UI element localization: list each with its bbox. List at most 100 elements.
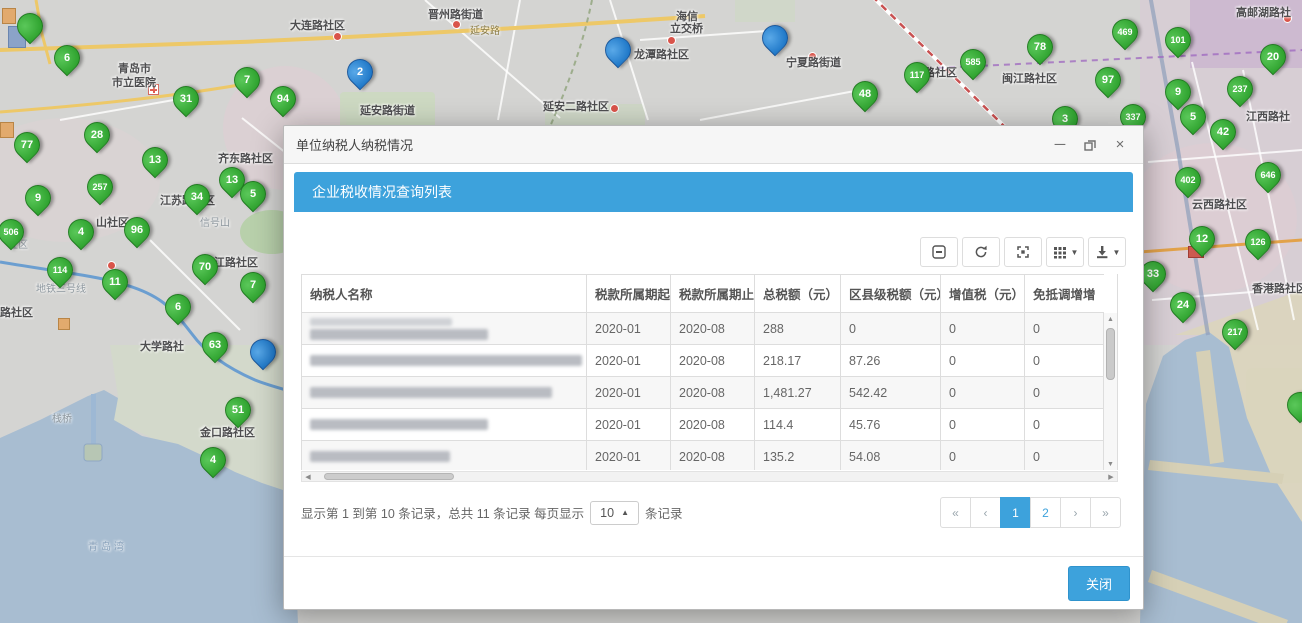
page-nav-button[interactable]: › (1060, 497, 1091, 528)
cell-period-start: 2020-01 (587, 345, 671, 377)
scroll-up-arrow[interactable]: ▲ (1104, 313, 1117, 325)
map-marker-count: 469 (1113, 20, 1137, 44)
map-marker[interactable] (1282, 387, 1302, 424)
column-header[interactable]: 税款所属期起 (587, 275, 671, 313)
map-marker-count (1288, 393, 1302, 417)
map-marker[interactable]: 13 (137, 142, 174, 179)
map-marker-count (606, 38, 630, 62)
map-marker[interactable]: 6 (160, 289, 197, 326)
map-label: 龙潭路社区 (634, 46, 689, 62)
map-marker[interactable]: 97 (1090, 62, 1127, 99)
minimize-button[interactable]: ─ (1049, 134, 1071, 156)
cell-taxpayer-name (302, 441, 587, 471)
column-header[interactable]: 总税额（元） (755, 275, 841, 313)
map-marker[interactable]: 34 (179, 179, 216, 216)
map-marker[interactable]: 51 (220, 392, 257, 429)
vertical-scrollbar-thumb[interactable] (1106, 328, 1115, 380)
map-marker-count: 117 (905, 63, 929, 87)
map-label: 云西路社区 (1192, 196, 1247, 212)
map-marker[interactable]: 237 (1222, 71, 1259, 108)
page-nav-button[interactable]: ‹ (970, 497, 1001, 528)
close-window-button[interactable]: × (1109, 134, 1131, 156)
maximize-button[interactable] (1079, 134, 1101, 156)
modal-body: 企业税收情况查询列表 (284, 164, 1143, 556)
map-marker[interactable]: 117 (899, 57, 936, 94)
columns-button[interactable]: ▼ (1046, 237, 1084, 267)
map-marker[interactable]: 5 (235, 176, 272, 213)
horizontal-scrollbar-thumb[interactable] (324, 473, 454, 480)
scroll-down-arrow[interactable]: ▼ (1104, 458, 1117, 470)
column-header[interactable]: 免抵调增增 (1025, 275, 1105, 313)
page-nav-button[interactable]: » (1090, 497, 1121, 528)
map-marker-count: 7 (241, 273, 265, 297)
table-row[interactable]: 2020-012020-081,481.27542.4200 (302, 377, 1105, 409)
page-button-2[interactable]: 2 (1030, 497, 1061, 528)
map-marker[interactable]: 469 (1107, 14, 1144, 51)
map-marker[interactable]: 126 (1240, 224, 1277, 261)
cell-vat: 0 (941, 409, 1025, 441)
map-marker[interactable]: 217 (1217, 314, 1254, 351)
table-row[interactable]: 2020-012020-08114.445.7600 (302, 409, 1105, 441)
columns-icon (1052, 244, 1068, 260)
scroll-left-arrow[interactable]: ◀ (302, 472, 314, 481)
page-size-select[interactable]: 10 ▲ (590, 501, 639, 525)
redacted-name (310, 387, 552, 398)
map-marker[interactable]: 7 (229, 62, 266, 99)
map-marker[interactable]: 42 (1205, 114, 1242, 151)
map-marker[interactable]: 78 (1022, 29, 1059, 66)
export-button[interactable]: ▼ (1088, 237, 1126, 267)
map-marker[interactable]: 24 (1165, 287, 1202, 324)
map-marker[interactable]: 101 (1160, 22, 1197, 59)
map-marker[interactable]: 63 (197, 327, 234, 364)
map-marker[interactable]: 77 (9, 127, 46, 164)
page-button-1[interactable]: 1 (1000, 497, 1031, 528)
map-marker[interactable]: 2 (342, 54, 379, 91)
column-header[interactable]: 区县级税额（元） (841, 275, 941, 313)
column-header[interactable]: 纳税人名称 (302, 275, 587, 313)
scroll-right-arrow[interactable]: ▶ (1105, 472, 1117, 481)
map-marker-count: 4 (201, 448, 225, 472)
map-marker[interactable]: 31 (168, 81, 205, 118)
modal-titlebar[interactable]: 单位纳税人纳税情况 ─ × (284, 126, 1143, 164)
map-marker[interactable]: 257 (82, 169, 119, 206)
cell-district-tax: 542.42 (841, 377, 941, 409)
horizontal-scrollbar[interactable]: ◀ ▶ (301, 471, 1118, 482)
map-label: 大连路社区 (290, 17, 345, 33)
map-marker[interactable]: 20 (1255, 39, 1292, 76)
poi-dot-icon (610, 104, 619, 113)
building-icon (2, 8, 16, 24)
map-marker-count: 34 (185, 185, 209, 209)
map-marker-count: 5 (1181, 105, 1205, 129)
map-marker[interactable]: 48 (847, 76, 884, 113)
map-marker[interactable]: 94 (265, 81, 302, 118)
map-marker[interactable]: 9 (20, 180, 57, 217)
map-marker[interactable] (600, 32, 637, 69)
map-marker[interactable]: 5 (1175, 99, 1212, 136)
vertical-scrollbar[interactable]: ▲ ▼ (1103, 313, 1117, 470)
map-marker[interactable]: 646 (1250, 157, 1287, 194)
map-marker[interactable]: 11 (97, 264, 134, 301)
page-nav-button[interactable]: « (940, 497, 971, 528)
map-marker[interactable]: 28 (79, 117, 116, 154)
close-button[interactable]: 关闭 (1068, 566, 1130, 601)
map-marker[interactable]: 4 (63, 214, 100, 251)
card-view-button[interactable] (920, 237, 958, 267)
column-header[interactable]: 税款所属期止 (671, 275, 755, 313)
cell-vat: 0 (941, 345, 1025, 377)
map-marker[interactable]: 6 (49, 40, 86, 77)
map-marker[interactable]: 4 (195, 442, 232, 479)
map-marker[interactable]: 402 (1170, 162, 1207, 199)
table-row[interactable]: 2020-012020-08218.1787.2600 (302, 345, 1105, 377)
refresh-button[interactable] (962, 237, 1000, 267)
column-header[interactable]: 增值税（元） (941, 275, 1025, 313)
table-row[interactable]: 2020-012020-08288000 (302, 313, 1105, 345)
table-row[interactable]: 2020-012020-08135.254.0800 (302, 441, 1105, 471)
fullscreen-button[interactable] (1004, 237, 1042, 267)
map-marker[interactable]: 96 (119, 212, 156, 249)
map-marker[interactable] (245, 334, 282, 371)
map-marker[interactable] (757, 20, 794, 57)
map-marker-count: 77 (15, 133, 39, 157)
close-icon: × (1116, 136, 1125, 153)
map-marker[interactable]: 585 (955, 44, 992, 81)
map-marker[interactable]: 7 (235, 267, 272, 304)
